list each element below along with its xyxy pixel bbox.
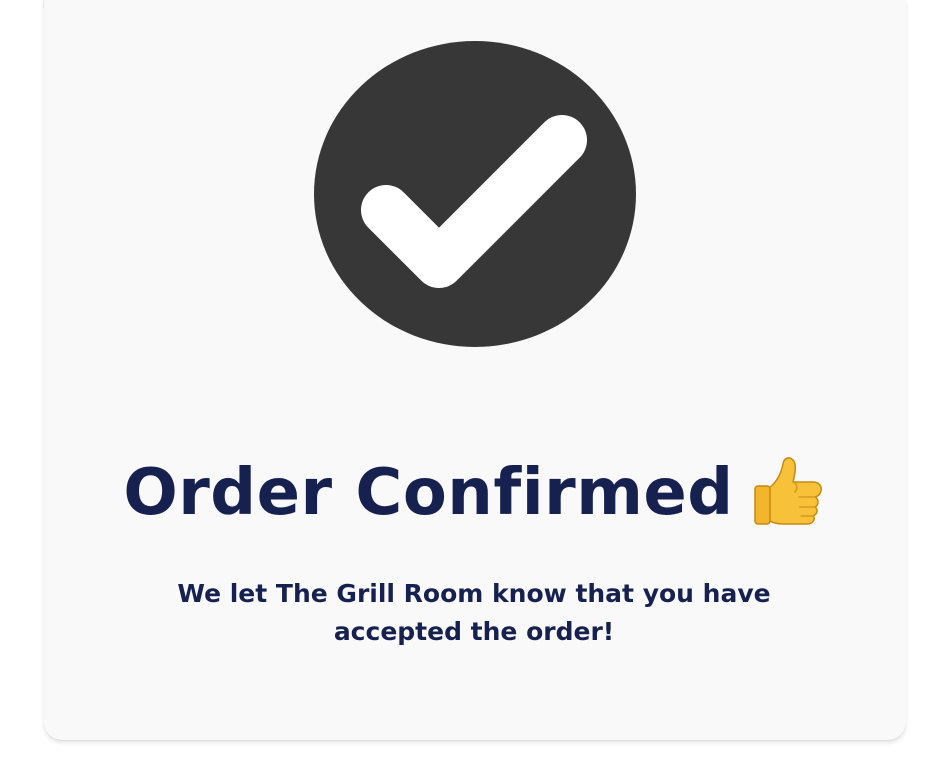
page-title: Order Confirmed <box>123 456 734 530</box>
confirmation-page: Order Confirmed We let The Grill Room kn… <box>0 0 948 774</box>
confirmation-message-line-2: accepted the order! <box>333 617 615 646</box>
confirmation-message-line-1: We let The Grill Room know that you have <box>177 579 771 608</box>
success-check-icon <box>314 41 636 347</box>
confirmation-message: We let The Grill Room know that you have… <box>0 575 948 651</box>
thumbs-up-icon <box>753 457 822 525</box>
title-row: Order Confirmed <box>0 448 948 538</box>
